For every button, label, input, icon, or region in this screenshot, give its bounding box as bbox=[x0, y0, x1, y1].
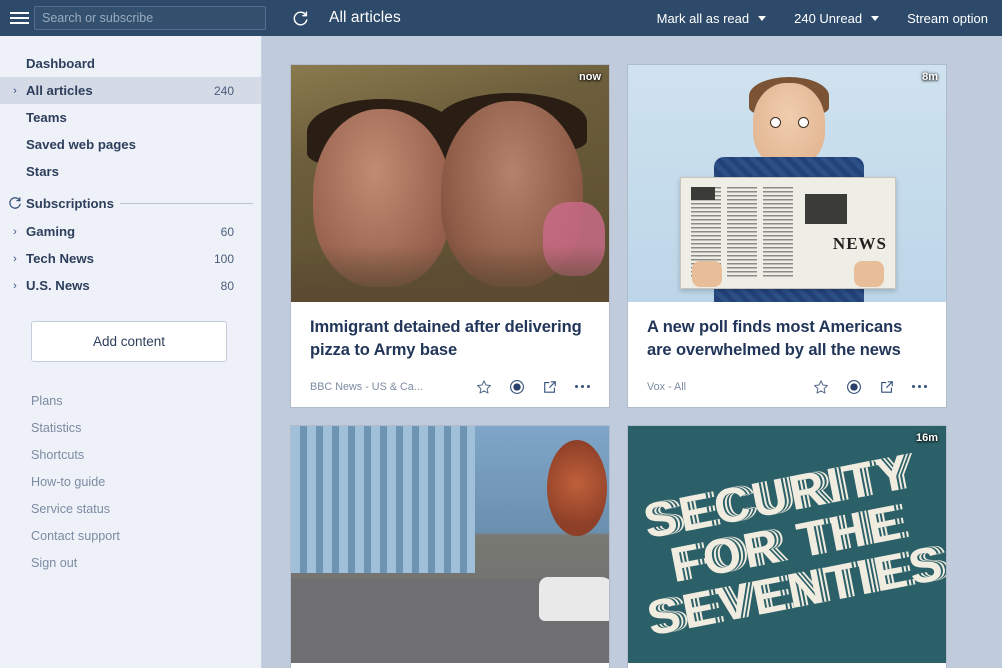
mark-read-icon[interactable] bbox=[845, 378, 862, 395]
article-source: BBC News - US & Ca... bbox=[310, 380, 423, 393]
sidebar-folder-count: 100 bbox=[213, 251, 234, 266]
article-source: Vox - All bbox=[647, 380, 687, 393]
sidebar-folder-label: U.S. News bbox=[26, 278, 90, 293]
article-body: A new poll finds most Americans are over… bbox=[628, 302, 946, 407]
article-thumbnail[interactable]: SECURITY FOR THE SEVENTIES 16m bbox=[628, 426, 946, 663]
article-thumbnail[interactable]: now bbox=[291, 65, 609, 302]
star-icon[interactable] bbox=[812, 378, 829, 395]
sidebar-folder-gaming[interactable]: › Gaming 60 bbox=[0, 218, 261, 245]
footer-link-statistics[interactable]: Statistics bbox=[31, 415, 261, 442]
article-body: Immigrant detained after delivering pizz… bbox=[291, 302, 609, 407]
sidebar-item-label: Teams bbox=[26, 110, 67, 125]
hamburger-icon[interactable] bbox=[4, 12, 34, 24]
article-title[interactable]: A new poll finds most Americans are over… bbox=[647, 316, 928, 362]
mark-all-as-read-button[interactable]: Mark all as read bbox=[643, 0, 780, 36]
stream-options-button[interactable]: Stream option bbox=[893, 0, 1002, 36]
refresh-icon[interactable] bbox=[289, 7, 311, 29]
article-thumbnail[interactable]: NEWS 8m bbox=[628, 65, 946, 302]
star-icon[interactable] bbox=[475, 378, 492, 395]
mark-all-as-read-label: Mark all as read bbox=[656, 10, 750, 26]
sidebar-folder-count: 60 bbox=[220, 224, 234, 239]
sidebar-folder-label: Gaming bbox=[26, 224, 76, 239]
chevron-down-icon bbox=[758, 15, 767, 21]
footer-link-how-to-guide[interactable]: How-to guide bbox=[31, 469, 261, 496]
article-card[interactable]: NEWS 8m A new poll finds most Americans … bbox=[627, 64, 947, 408]
sidebar-folder-count: 80 bbox=[220, 278, 234, 293]
security-for-the-seventies-poster-image: SECURITY FOR THE SEVENTIES bbox=[628, 426, 946, 663]
sidebar-folder-us-news[interactable]: › U.S. News 80 bbox=[0, 272, 261, 299]
external-link-icon[interactable] bbox=[541, 378, 558, 395]
article-grid-container: now Immigrant detained after delivering … bbox=[263, 36, 1002, 668]
unread-count-label: 240 Unread bbox=[794, 10, 863, 26]
refresh-icon[interactable] bbox=[4, 196, 26, 210]
external-link-icon[interactable] bbox=[878, 378, 895, 395]
add-content-button[interactable]: Add content bbox=[31, 321, 227, 362]
hamburger-line bbox=[9, 12, 29, 14]
sidebar-item-label: All articles bbox=[26, 83, 93, 98]
chevron-right-icon[interactable]: › bbox=[4, 85, 26, 97]
sidebar: › Dashboard › All articles 240 › Teams ›… bbox=[0, 36, 262, 668]
sidebar-footer-links: Plans Statistics Shortcuts How-to guide … bbox=[0, 362, 261, 577]
article-card[interactable]: Wa mi ah Ars T bbox=[290, 425, 610, 668]
sidebar-folder-tech-news[interactable]: › Tech News 100 bbox=[0, 245, 261, 272]
two-people-portrait-image bbox=[291, 65, 609, 302]
sidebar-folder-label: Tech News bbox=[26, 251, 94, 266]
street-building-image bbox=[291, 426, 609, 663]
mark-read-icon[interactable] bbox=[508, 378, 525, 395]
chevron-right-icon[interactable]: › bbox=[4, 226, 26, 238]
sidebar-item-label: Saved web pages bbox=[26, 137, 136, 152]
stream-title: All articles bbox=[329, 9, 401, 26]
article-timestamp: now bbox=[579, 71, 601, 83]
chevron-down-icon bbox=[871, 15, 880, 21]
sidebar-item-label: Dashboard bbox=[26, 56, 95, 71]
article-card[interactable]: now Immigrant detained after delivering … bbox=[290, 64, 610, 408]
stream-options-label: Stream option bbox=[907, 10, 988, 26]
article-thumbnail[interactable] bbox=[291, 426, 609, 663]
sidebar-item-dashboard[interactable]: › Dashboard bbox=[0, 50, 261, 77]
subscriptions-label: Subscriptions bbox=[26, 195, 114, 211]
topbar-actions: Mark all as read 240 Unread Stream optio… bbox=[643, 0, 1002, 36]
search-box[interactable] bbox=[34, 6, 266, 30]
article-actions bbox=[475, 378, 591, 395]
article-actions bbox=[812, 378, 928, 395]
add-content-section: Add content bbox=[0, 299, 261, 362]
top-bar: All articles Mark all as read 240 Unread… bbox=[0, 0, 1002, 36]
footer-link-shortcuts[interactable]: Shortcuts bbox=[31, 442, 261, 469]
section-divider bbox=[119, 202, 253, 204]
footer-link-service-status[interactable]: Service status bbox=[31, 496, 261, 523]
chevron-right-icon[interactable]: › bbox=[4, 253, 26, 265]
sidebar-item-count: 240 bbox=[213, 83, 234, 98]
article-card-grid: now Immigrant detained after delivering … bbox=[290, 64, 1002, 668]
subscriptions-section-header: Subscriptions bbox=[0, 188, 261, 218]
footer-link-sign-out[interactable]: Sign out bbox=[31, 550, 261, 577]
article-body: Wa mi ah Ars T bbox=[291, 663, 609, 668]
hamburger-line bbox=[9, 22, 29, 24]
sidebar-item-all-articles[interactable]: › All articles 240 bbox=[0, 77, 261, 104]
footer-link-plans[interactable]: Plans bbox=[31, 388, 261, 415]
article-card[interactable]: SECURITY FOR THE SEVENTIES 16m bbox=[627, 425, 947, 668]
article-title[interactable]: Immigrant detained after delivering pizz… bbox=[310, 316, 591, 362]
sidebar-item-label: Stars bbox=[26, 164, 59, 179]
hamburger-line bbox=[9, 17, 29, 19]
sidebar-item-saved-web-pages[interactable]: › Saved web pages bbox=[0, 131, 261, 158]
search-input[interactable] bbox=[35, 7, 265, 29]
more-options-icon[interactable] bbox=[911, 378, 928, 395]
article-footer: BBC News - US & Ca... bbox=[310, 362, 591, 407]
sidebar-item-teams[interactable]: › Teams bbox=[0, 104, 261, 131]
article-footer: Vox - All bbox=[647, 362, 928, 407]
article-timestamp: 8m bbox=[922, 71, 938, 83]
footer-link-contact-support[interactable]: Contact support bbox=[31, 523, 261, 550]
article-timestamp: 16m bbox=[915, 432, 938, 444]
sidebar-item-stars[interactable]: › Stars bbox=[0, 158, 261, 185]
more-options-icon[interactable] bbox=[574, 378, 591, 395]
man-holding-newspaper-image: NEWS bbox=[628, 65, 946, 302]
chevron-right-icon[interactable]: › bbox=[4, 280, 26, 292]
unread-filter-button[interactable]: 240 Unread bbox=[780, 0, 893, 36]
